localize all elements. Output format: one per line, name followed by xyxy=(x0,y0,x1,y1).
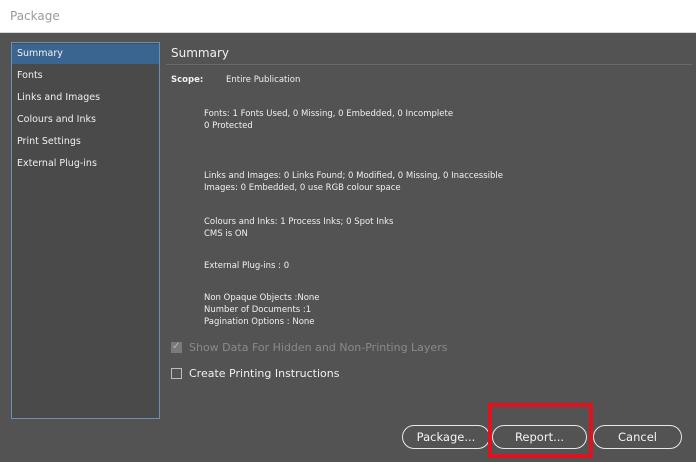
sidebar-item-fonts[interactable]: Fonts xyxy=(12,66,159,86)
checkmark-icon: ✓ xyxy=(172,341,181,352)
show-hidden-layers-checkbox: ✓ xyxy=(171,341,182,353)
colours-summary-line: Colours and Inks: 1 Process Inks; 0 Spot… xyxy=(204,217,394,227)
fonts-summary-line: Fonts: 1 Fonts Used, 0 Missing, 0 Embedd… xyxy=(204,109,454,119)
other-summary-line: Number of Documents :1 xyxy=(204,305,312,315)
sidebar-item-summary[interactable]: Summary xyxy=(12,44,159,64)
heading-divider xyxy=(166,64,692,65)
create-instructions-label[interactable]: Create Printing Instructions xyxy=(189,367,339,380)
other-summary-line: Non Opaque Objects :None xyxy=(204,293,320,303)
package-button[interactable]: Package... xyxy=(402,425,490,449)
fonts-summary-line: 0 Protected xyxy=(204,121,253,131)
sidebar-item-colours-and-inks[interactable]: Colours and Inks xyxy=(12,110,159,130)
links-summary: Links and Images: 0 Links Found; 0 Modif… xyxy=(204,170,503,194)
category-sidebar: Summary Fonts Links and Images Colours a… xyxy=(11,42,160,419)
fonts-summary: Fonts: 1 Fonts Used, 0 Missing, 0 Embedd… xyxy=(204,108,453,132)
title-bar: Package xyxy=(0,0,696,33)
other-summary-line: Pagination Options : None xyxy=(204,317,315,327)
sidebar-item-external-plug-ins[interactable]: External Plug-ins xyxy=(12,154,159,174)
window-title: Package xyxy=(10,9,60,23)
create-instructions-option[interactable]: Create Printing Instructions xyxy=(171,367,339,380)
plugins-summary-line: External Plug-ins : 0 xyxy=(204,261,290,271)
colours-summary: Colours and Inks: 1 Process Inks; 0 Spot… xyxy=(204,216,393,240)
cancel-button[interactable]: Cancel xyxy=(593,425,682,449)
colours-summary-line: CMS is ON xyxy=(204,229,248,239)
scope-value: Entire Publication xyxy=(226,75,301,85)
links-summary-line: Images: 0 Embedded, 0 use RGB colour spa… xyxy=(204,183,401,193)
show-hidden-layers-label: Show Data For Hidden and Non-Printing La… xyxy=(189,341,448,354)
other-summary: Non Opaque Objects :None Number of Docum… xyxy=(204,292,320,328)
scope-label: Scope: xyxy=(171,75,204,85)
sidebar-item-print-settings[interactable]: Print Settings xyxy=(12,132,159,152)
create-instructions-checkbox[interactable] xyxy=(171,368,182,379)
sidebar-item-links-and-images[interactable]: Links and Images xyxy=(12,88,159,108)
report-highlight-annotation xyxy=(488,403,593,458)
links-summary-line: Links and Images: 0 Links Found; 0 Modif… xyxy=(204,171,504,181)
show-hidden-layers-option: ✓ Show Data For Hidden and Non-Printing … xyxy=(171,341,447,354)
panel-heading: Summary xyxy=(171,46,229,60)
plugins-summary: External Plug-ins : 0 xyxy=(204,260,289,272)
